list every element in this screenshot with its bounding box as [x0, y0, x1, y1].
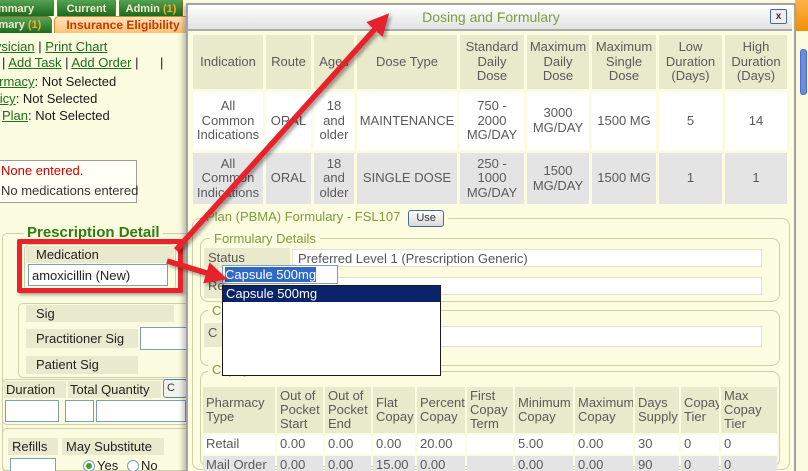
- total-quantity-label: Total Quantity: [68, 381, 161, 398]
- admin-badge: (1): [163, 3, 176, 15]
- duration-label: Duration: [4, 381, 66, 398]
- tab-insurance-eligibility[interactable]: Insurance Eligibility: [54, 16, 192, 33]
- add-task-link[interactable]: Add Task: [8, 55, 61, 70]
- pharmacy-row: Pharmacy: Not Selected: [0, 74, 116, 89]
- substitute-yes-label: Yes: [97, 458, 118, 471]
- copay-header-row: Pharmacy Type Out of Pocket Start Out of…: [203, 387, 777, 433]
- tab-summary-1[interactable]: Summary (1): [0, 16, 52, 33]
- dosing-row-single-dose: All Common Indications ORAL 18 and older…: [193, 153, 787, 204]
- allergies-none-entered: None entered.: [0, 160, 137, 182]
- duration-input[interactable]: [5, 400, 59, 422]
- tab-summary-top[interactable]: Summary: [0, 0, 54, 16]
- tab-admin[interactable]: Admin (1): [119, 0, 183, 16]
- link-row-2: | Add Task | Add Order |: [2, 55, 138, 70]
- plan-row: Plan: Not Selected: [2, 108, 110, 123]
- sig-label: Sig: [26, 305, 174, 322]
- dosing-formulary-dialog: Dosing and Formulary x Indication Route …: [186, 3, 796, 471]
- practitioner-sig-label: Practitioner Sig: [26, 329, 138, 348]
- physician-link[interactable]: Physician: [0, 39, 35, 54]
- dialog-title: Dosing and Formulary: [190, 5, 792, 29]
- substitute-no-radio[interactable]: [127, 460, 139, 471]
- refills-input[interactable]: [10, 458, 56, 471]
- copay-row-retail: Retail 0.00 0.00 0.00 20.00 5.00 0.00 30…: [203, 435, 777, 454]
- screen: Summary Current Admin (1) Summary (1) In…: [0, 0, 808, 471]
- status-value: Preferred Level 1 (Prescription Generic): [292, 249, 762, 267]
- copay-table: Pharmacy Type Out of Pocket Start Out of…: [201, 385, 779, 471]
- policy-row: Policy: Not Selected: [0, 91, 97, 106]
- medication-highlight-rectangle: [17, 239, 183, 293]
- use-button[interactable]: Use: [408, 210, 444, 227]
- no-medications-entered: No medications entered: [0, 181, 137, 203]
- patient-sig-label: Patient Sig: [26, 356, 138, 374]
- add-order-link[interactable]: Add Order: [71, 55, 131, 70]
- may-substitute-label: May Substitute: [62, 438, 164, 455]
- summary-badge: (1): [28, 19, 41, 31]
- substitute-no-label: No: [141, 458, 158, 471]
- print-chart-link[interactable]: Print Chart: [45, 39, 107, 54]
- close-icon[interactable]: x: [770, 9, 787, 24]
- quantity-calc-button[interactable]: C: [163, 379, 187, 398]
- total-quantity-input[interactable]: [65, 400, 94, 422]
- link-row-2-extra-pipe: |: [160, 55, 163, 70]
- refills-label: Refills: [8, 438, 58, 455]
- policy-link[interactable]: Policy: [0, 91, 16, 106]
- dosing-table: Indication Route Ages Dose Type Standard…: [190, 32, 790, 207]
- strength-dropdown-list: Capsule 500mg: [222, 285, 441, 376]
- copay-row-mail-order: Mail Order 0.00 0.00 15.00 0.00 0.00 0.0…: [203, 456, 777, 471]
- pharmacy-link[interactable]: Pharmacy: [0, 74, 35, 89]
- substitute-yes-radio[interactable]: [83, 460, 95, 471]
- dosing-row-maintenance: All Common Indications ORAL 18 and older…: [193, 92, 787, 150]
- formulary-details-legend: Formulary Details: [210, 231, 320, 246]
- link-row-1: Physician | Print Chart: [0, 39, 107, 54]
- background-tab-fragment: [795, 0, 808, 31]
- dosing-header-row: Indication Route Ages Dose Type Standard…: [193, 35, 787, 89]
- page-scrollbar-thumb[interactable]: [800, 49, 807, 95]
- strength-dropdown-item[interactable]: Capsule 500mg: [223, 286, 440, 302]
- plan-formulary-legend: Plan (PBMA) Formulary - FSL107Use: [202, 209, 448, 227]
- tab-current[interactable]: Current: [57, 0, 116, 16]
- dialog-titlebar: Dosing and Formulary: [188, 5, 792, 31]
- total-quantity-unit-input[interactable]: [96, 400, 186, 422]
- strength-combo-selected-text: Capsule 500mg: [225, 267, 316, 282]
- plan-link[interactable]: Plan: [2, 108, 28, 123]
- strength-combo-input[interactable]: Capsule 500mg: [222, 265, 338, 284]
